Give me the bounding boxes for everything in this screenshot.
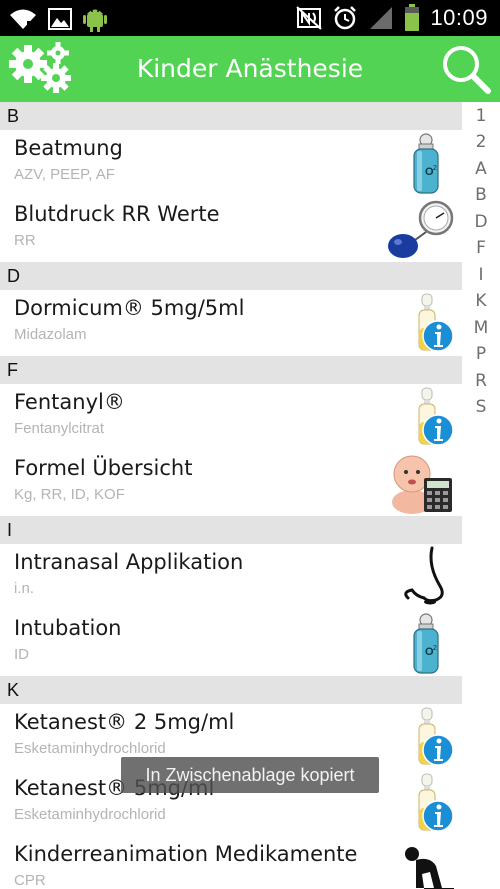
alarm-icon xyxy=(334,6,357,30)
item-subtitle: AZV, PEEP, AF xyxy=(14,166,115,183)
item-subtitle: ID xyxy=(14,646,29,663)
oxygen-tank-icon: O 2 xyxy=(413,613,439,674)
signal-icon xyxy=(370,7,393,29)
item-subtitle: RR xyxy=(14,232,36,249)
battery-icon xyxy=(405,4,420,31)
item-title: Intranasal Applikation xyxy=(14,550,244,574)
section-header-d: D xyxy=(0,262,462,290)
item-title: Formel Übersicht xyxy=(14,456,193,480)
list-item-intranasal[interactable]: Intranasal Applikation i.n. xyxy=(0,544,462,610)
item-title: Beatmung xyxy=(14,136,123,160)
index-letter-f[interactable]: F xyxy=(462,238,500,258)
list-item-kinderreanimation[interactable]: Kinderreanimation Medikamente CPR xyxy=(0,836,462,889)
ampoule-info-icon xyxy=(418,387,454,446)
index-letter-k[interactable]: K xyxy=(462,291,500,311)
cpr-icon xyxy=(405,847,454,889)
list-item-fentanyl[interactable]: Fentanyl® Fentanylcitrat xyxy=(0,384,462,450)
section-header-i: I xyxy=(0,516,462,544)
index-letter-b[interactable]: B xyxy=(462,185,500,205)
item-subtitle: Fentanylcitrat xyxy=(14,420,105,437)
nose-icon xyxy=(404,546,444,605)
list-item-dormicum[interactable]: Dormicum® 5mg/5ml Midazolam xyxy=(0,290,462,356)
item-title: Dormicum® 5mg/5ml xyxy=(14,296,245,320)
item-subtitle: Kg, RR, ID, KOF xyxy=(14,486,125,503)
blood-pressure-cuff-icon xyxy=(388,200,454,258)
list-item-intubation[interactable]: Intubation ID O 2 xyxy=(0,610,462,676)
search-button[interactable] xyxy=(440,43,492,95)
baby-calculator-icon xyxy=(392,455,452,514)
index-letter-r[interactable]: R xyxy=(462,371,500,391)
section-header-k: K xyxy=(0,676,462,704)
item-subtitle: Esketaminhydrochlorid xyxy=(14,740,166,757)
index-letter-d[interactable]: D xyxy=(462,212,500,232)
index-letter-i[interactable]: I xyxy=(462,265,500,285)
svg-text:2: 2 xyxy=(433,645,437,652)
ampoule-info-icon xyxy=(418,707,454,766)
svg-text:2: 2 xyxy=(433,165,437,172)
section-header-f: F xyxy=(0,356,462,384)
index-letter-p[interactable]: P xyxy=(462,344,500,364)
item-subtitle: CPR xyxy=(14,872,46,889)
item-title: Fentanyl® xyxy=(14,390,125,414)
index-letter-m[interactable]: M xyxy=(462,318,500,338)
alphabet-index[interactable]: 1 2 A B D F I K M P R S xyxy=(462,102,500,889)
wifi-icon xyxy=(10,9,36,29)
section-header-b: B xyxy=(0,102,462,130)
item-subtitle: Midazolam xyxy=(14,326,87,343)
ampoule-info-icon xyxy=(418,293,454,352)
index-letter-1[interactable]: 1 xyxy=(462,106,500,126)
nfc-icon xyxy=(296,6,323,30)
item-title: Kinderreanimation Medikamente xyxy=(14,842,358,866)
index-letter-s[interactable]: S xyxy=(462,397,500,417)
list-item-formel[interactable]: Formel Übersicht Kg, RR, ID, KOF xyxy=(0,450,462,516)
list-item-blutdruck[interactable]: Blutdruck RR Werte RR xyxy=(0,196,462,262)
index-letter-2[interactable]: 2 xyxy=(462,132,500,152)
item-title: Ketanest® 2 5mg/ml xyxy=(14,710,235,734)
app-bar: Kinder Anästhesie xyxy=(0,36,500,102)
android-icon xyxy=(83,9,107,32)
item-title: Blutdruck RR Werte xyxy=(14,202,220,226)
app-title: Kinder Anästhesie xyxy=(136,54,364,83)
item-title: Intubation xyxy=(14,616,122,640)
clipboard-toast: In Zwischenablage kopiert xyxy=(121,757,379,793)
item-subtitle: Esketaminhydrochlorid xyxy=(14,806,166,823)
image-icon xyxy=(48,8,72,30)
oxygen-tank-icon: O 2 xyxy=(413,133,439,194)
index-letter-a[interactable]: A xyxy=(462,159,500,179)
status-bar: 10:09 xyxy=(0,0,500,36)
search-icon xyxy=(443,46,491,94)
list-item-beatmung[interactable]: Beatmung AZV, PEEP, AF O 2 xyxy=(0,130,462,196)
clock-time: 10:09 xyxy=(430,5,488,30)
item-subtitle: i.n. xyxy=(14,580,35,597)
ampoule-info-icon xyxy=(418,773,454,832)
